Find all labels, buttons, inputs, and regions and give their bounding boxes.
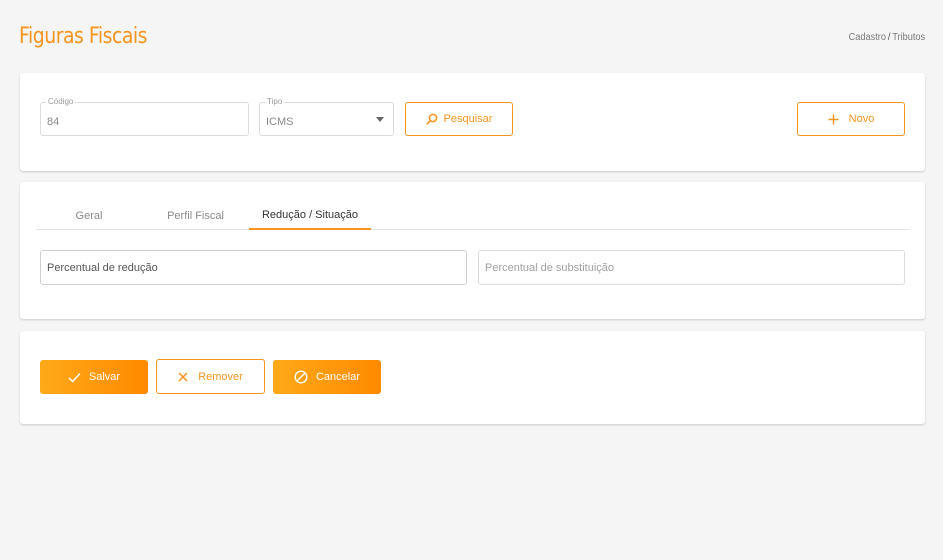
salvar-label: Salvar [88,371,121,383]
tipo-label: Tipo [265,97,285,107]
salvar-button[interactable]: Salvar [40,360,148,394]
cancelar-button[interactable]: Cancelar [273,360,381,394]
percentual-reducao-input[interactable]: Percentual de redução [40,250,467,285]
cancel-icon [294,370,308,384]
novo-label: Novo [848,113,875,125]
cancelar-label: Cancelar [315,371,361,383]
actions-card: Salvar Remover Cancelar [20,331,925,424]
close-icon [178,371,188,382]
remover-label: Remover [198,370,243,383]
tipo-select[interactable]: Tipo ICMS [259,97,394,136]
page-title: Figuras Fiscais [19,24,148,49]
percentual-substituicao-input[interactable]: Percentual de substituição [478,250,905,285]
breadcrumb-item-tributos: Tributos [892,32,925,43]
check-icon [68,372,81,383]
breadcrumb: Cadastro / Tributos [849,32,925,43]
tab-bar: Geral Perfil Fiscal Redução / Situação [36,202,909,230]
tabs-card: Geral Perfil Fiscal Redução / Situação P… [20,182,925,319]
breadcrumb-separator: / [887,32,891,43]
page: Figuras Fiscais Cadastro / Tributos Código… [0,0,943,560]
search-card: Código 84 Tipo ICMS Pesquisar Novo [20,73,925,171]
pesquisar-label: Pesquisar [443,113,493,125]
caret-down-icon[interactable] [376,117,384,122]
breadcrumb-item-cadastro[interactable]: Cadastro [849,32,886,43]
codigo-field[interactable]: Código 84 [40,97,249,136]
search-icon [425,113,438,125]
codigo-value[interactable]: 84 [47,116,59,128]
tab-perfil-fiscal[interactable]: Perfil Fiscal [142,202,249,230]
novo-button[interactable]: Novo [797,102,905,136]
pesquisar-button[interactable]: Pesquisar [405,102,513,136]
tab-geral[interactable]: Geral [36,202,142,230]
tab-reducao-situacao[interactable]: Redução / Situação [249,202,371,230]
tipo-value[interactable]: ICMS [266,116,294,128]
codigo-label: Código [46,97,76,107]
remover-button[interactable]: Remover [156,359,265,394]
plus-icon [828,114,839,125]
